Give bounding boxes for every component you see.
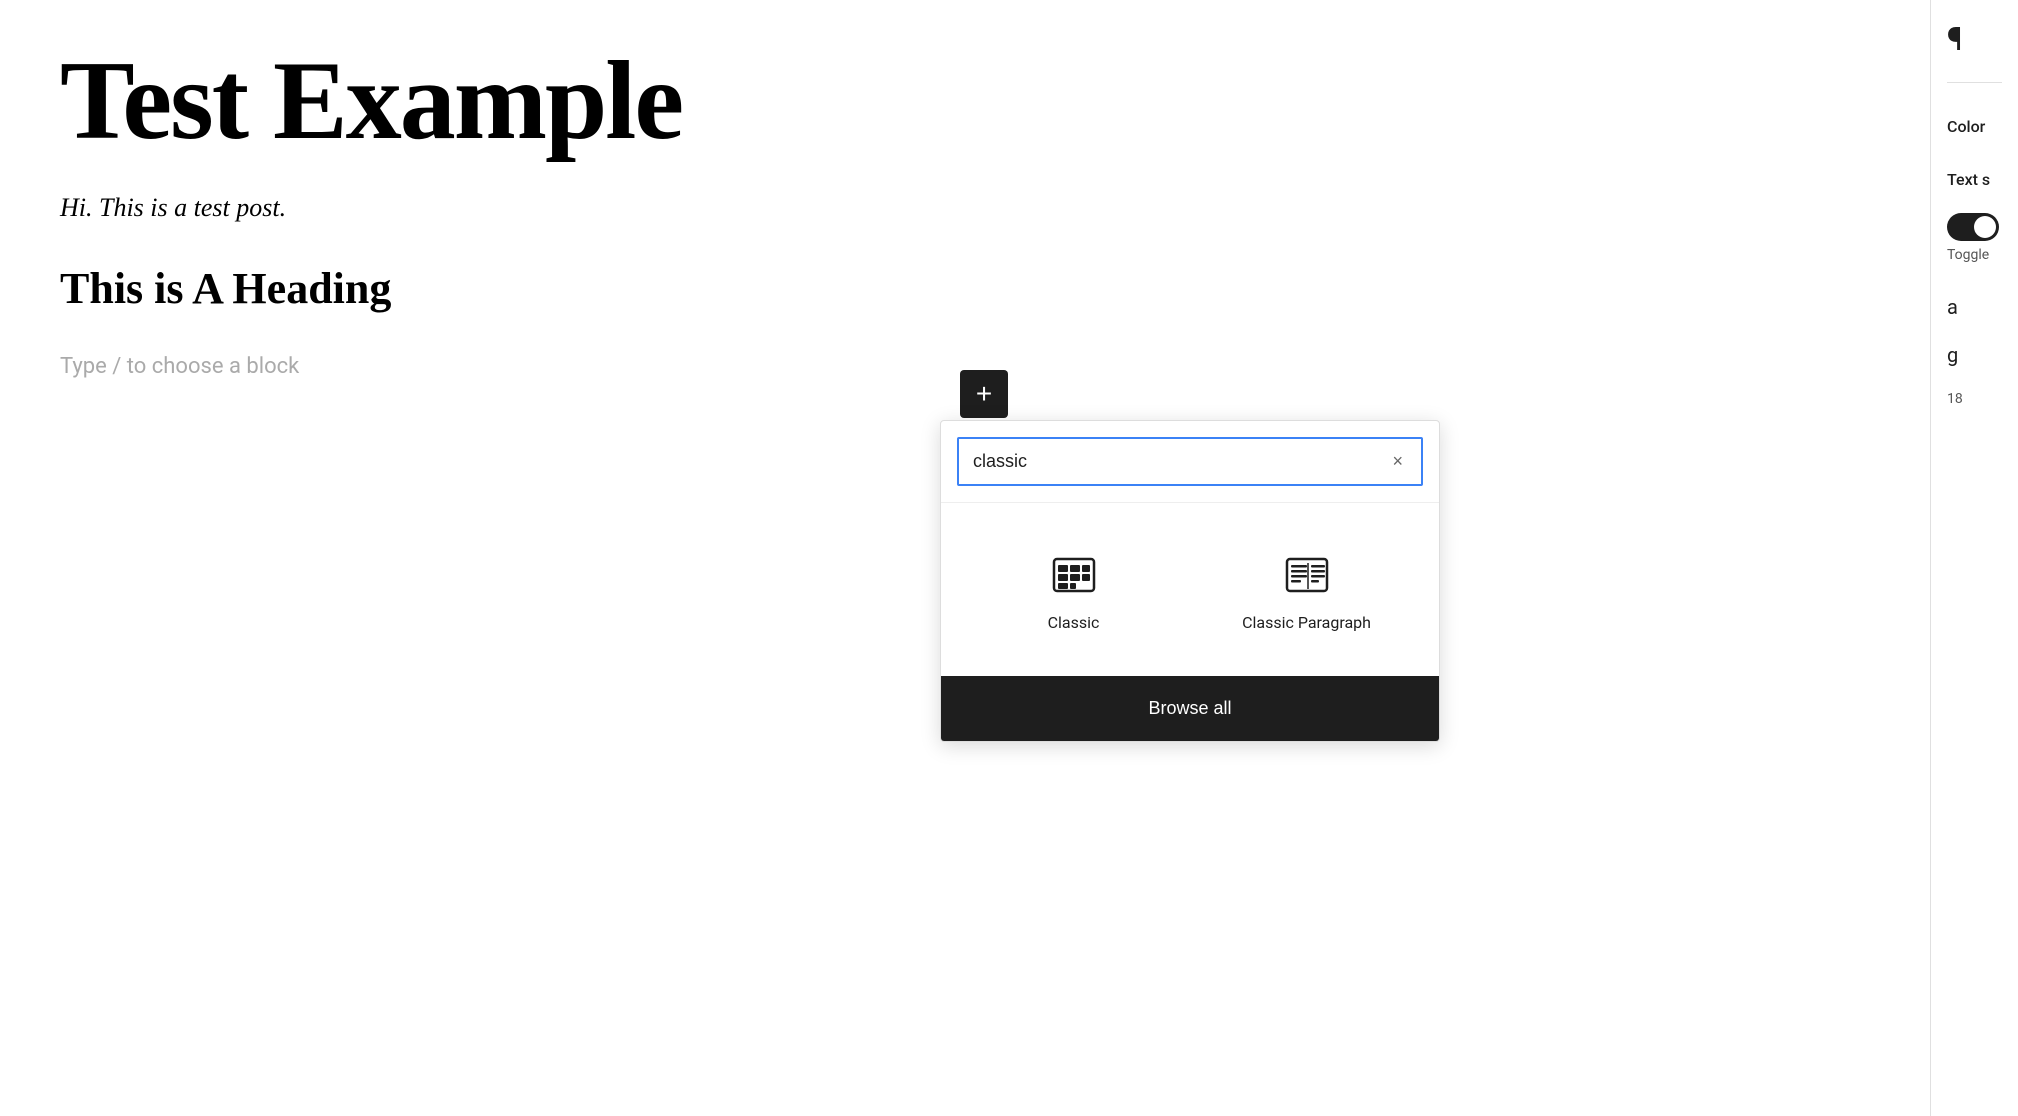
post-title: Test Example [60,40,1870,163]
classic-paragraph-block-label: Classic Paragraph [1242,613,1371,632]
classic-block-item[interactable]: Classic [957,527,1190,652]
search-container: × [941,421,1439,503]
blocks-grid: Classic [941,503,1439,676]
letter-a-section: a [1947,295,1958,319]
classic-block-label: Classic [1048,613,1100,632]
classic-paragraph-block-item[interactable]: Classic Paragraph [1190,527,1423,652]
browse-all-button[interactable]: Browse all [941,676,1439,741]
right-panel: ¶ Color Text s Toggle a g 18 [1930,0,2018,1116]
color-section: Color [1947,107,1985,136]
text-s-label: Text s [1947,170,1990,189]
post-heading: This is A Heading [60,263,1870,314]
classic-paragraph-icon [1279,547,1335,603]
toggle-section: Toggle [1947,213,1999,263]
clear-search-button[interactable]: × [1388,449,1407,474]
main-editor: Test Example Hi. This is a test post. Th… [0,0,1930,1116]
add-block-button[interactable]: + [960,370,1008,418]
toggle-switch[interactable] [1947,213,1999,241]
toggle-label: Toggle [1947,247,1999,263]
paragraph-panel-icon[interactable]: ¶ [1947,20,1963,58]
text-size-section: Text s [1947,160,1990,189]
classic-icon [1046,547,1102,603]
color-label: Color [1947,117,1985,136]
letter-g-section: g [1947,343,1958,367]
search-input-wrapper: × [957,437,1423,486]
purple-arrow-indicator [1418,527,1440,587]
number-18-section: 18 [1947,391,1963,407]
block-search-input[interactable] [973,451,1388,472]
post-body: Hi. This is a test post. [60,193,1870,223]
panel-section-divider [1947,82,2002,83]
block-inserter-popup: × [940,420,1440,742]
